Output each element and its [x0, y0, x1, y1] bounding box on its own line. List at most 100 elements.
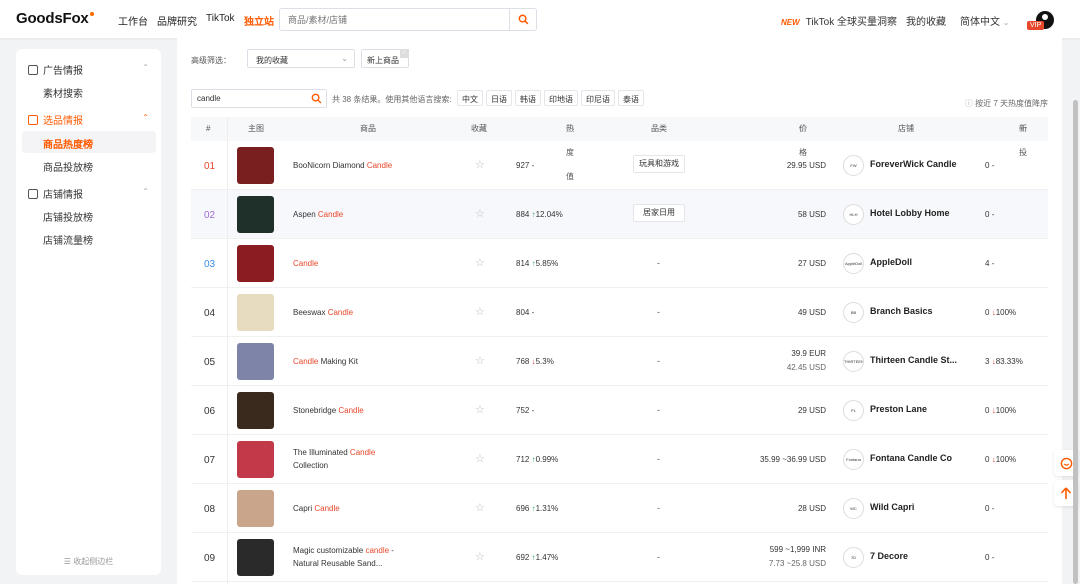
sidebar-item-shop-traffic[interactable]: 店铺流量榜 [43, 232, 93, 247]
product-thumbnail[interactable] [237, 343, 274, 380]
favorites-dropdown[interactable]: 我的收藏 ⌄ [247, 49, 355, 68]
sort-hint[interactable]: ⓘ 按近 7 天热度值降序 [965, 98, 1048, 109]
star-icon[interactable]: ☆ [475, 501, 485, 514]
lang-chip-indonesian[interactable]: 印尼语 [581, 90, 615, 106]
shop-logo[interactable]: Fontana [843, 449, 864, 470]
keyword-search-input[interactable]: candle [191, 89, 327, 108]
sidebar-item-product-heat[interactable]: 商品热度榜 [43, 136, 93, 151]
table-row[interactable]: 05 Candle Making Kit ☆ 768 ↓5.3% - 39.9 EUR 42… [191, 337, 1048, 386]
product-name[interactable]: Candle [293, 257, 408, 270]
category-empty: - [657, 258, 660, 268]
shop-logo[interactable]: PL [843, 400, 864, 421]
shop-name[interactable]: AppleDoll [870, 257, 970, 267]
search-icon[interactable] [311, 93, 322, 104]
sidebar-section-ad-intel[interactable]: 广告情报 [28, 62, 83, 77]
new-ads-value: 0 - [985, 504, 995, 513]
nav-independent-site[interactable]: 独立站 [244, 13, 274, 28]
heat-value: 692 ↑1.47% [516, 553, 559, 562]
star-icon[interactable]: ☆ [475, 256, 485, 269]
shop-logo[interactable]: WC [843, 498, 864, 519]
table-row[interactable]: 01 BooNicorn Diamond Candle ☆ 927 - 玩具和游戏 29.… [191, 141, 1048, 190]
star-icon[interactable]: ☆ [475, 158, 485, 171]
new-ads-value: 3 ↓83.33% [985, 357, 1023, 366]
table-row[interactable]: 07 The Illuminated Candle Collection ☆ 712 … [191, 435, 1048, 484]
shop-name[interactable]: Preston Lane [870, 404, 970, 414]
table-row[interactable]: 06 Stonebridge Candle ☆ 752 - - 29 USD PL Prest… [191, 386, 1048, 435]
shop-name[interactable]: Branch Basics [870, 306, 970, 316]
lang-chip-thai[interactable]: 泰语 [618, 90, 644, 106]
product-name[interactable]: Capri Candle [293, 502, 408, 515]
shop-name[interactable]: ForeverWick Candle [870, 159, 970, 169]
star-icon[interactable]: ☆ [475, 550, 485, 563]
collapse-sidebar-button[interactable]: ☰ 收起侧边栏 [16, 556, 161, 567]
shop-logo[interactable]: AppleDoll [843, 253, 864, 274]
nav-workbench[interactable]: 工作台 [118, 13, 148, 28]
lang-chip-chinese[interactable]: 中文 [457, 90, 483, 106]
product-name[interactable]: Magic customizable candle - Natural Reus… [293, 544, 408, 570]
sidebar-item-shop-ads[interactable]: 店铺投放榜 [43, 209, 93, 224]
page-scrollbar[interactable] [1073, 100, 1078, 584]
category-empty: - [657, 405, 660, 415]
product-name[interactable]: BooNicorn Diamond Candle [293, 159, 408, 172]
product-name[interactable]: Beeswax Candle [293, 306, 408, 319]
product-thumbnail[interactable] [237, 245, 274, 282]
table-row[interactable]: 02 Aspen Candle ☆ 884 ↑12.04% 居家日用 58 USD HLH H… [191, 190, 1048, 239]
search-input[interactable] [288, 13, 498, 27]
table-row[interactable]: 04 Beeswax Candle ☆ 804 - - 49 USD BB Branch Ba… [191, 288, 1048, 337]
product-name[interactable]: The Illuminated Candle Collection [293, 446, 408, 472]
my-favorites-link[interactable]: 我的收藏 [906, 13, 946, 28]
shop-logo[interactable]: FW [843, 155, 864, 176]
shop-name[interactable]: 7 Decore [870, 551, 970, 561]
table-row[interactable]: 09 Magic customizable candle - Natural Re… [191, 533, 1048, 582]
sidebar-item-product-ads[interactable]: 商品投放榜 [43, 159, 93, 174]
star-icon[interactable]: ☆ [475, 403, 485, 416]
shop-logo[interactable]: 7D [843, 547, 864, 568]
product-thumbnail[interactable] [237, 441, 274, 478]
main-panel: 高级筛选： 我的收藏 ⌄ 新上商品 ✓ candle 共 38 条结果。使用其他语言… [177, 38, 1062, 584]
chevron-up-icon[interactable]: ⌃ [142, 63, 149, 72]
star-icon[interactable]: ☆ [475, 305, 485, 318]
shop-logo[interactable]: THIRTEEN [843, 351, 864, 372]
lang-chip-korean[interactable]: 韩语 [515, 90, 541, 106]
nav-brand-research[interactable]: 品牌研究 [157, 13, 197, 28]
chevron-up-icon[interactable]: ⌃ [142, 113, 149, 122]
shop-name[interactable]: Fontana Candle Co [870, 453, 970, 463]
sidebar: 广告情报 ⌃ 素材搜索 选品情报 ⌃ 商品热度榜 商品投放榜 店铺情报 ⌃ 店铺… [16, 49, 161, 575]
chevron-down-icon: ⌄ [1002, 18, 1010, 27]
star-icon[interactable]: ☆ [475, 207, 485, 220]
chevron-up-icon[interactable]: ⌃ [142, 187, 149, 196]
sidebar-section-product-intel[interactable]: 选品情报 [28, 112, 83, 127]
shop-name[interactable]: Hotel Lobby Home [870, 208, 970, 218]
product-thumbnail[interactable] [237, 490, 274, 527]
shop-logo[interactable]: BB [843, 302, 864, 323]
shop-name[interactable]: Wild Capri [870, 502, 970, 512]
lang-chip-japanese[interactable]: 日语 [486, 90, 512, 106]
product-thumbnail[interactable] [237, 147, 274, 184]
table-row[interactable]: 03 Candle ☆ 814 ↑5.85% - 27 USD AppleDoll Apple… [191, 239, 1048, 288]
lang-chip-hindi[interactable]: 印地语 [544, 90, 578, 106]
sidebar-item-material-search[interactable]: 素材搜索 [43, 85, 83, 100]
category-empty: - [657, 454, 660, 464]
shop-name[interactable]: Thirteen Candle St... [870, 355, 970, 365]
product-thumbnail[interactable] [237, 539, 274, 576]
tiktok-insight-link[interactable]: NEW TikTok 全球买量洞察 [781, 13, 897, 28]
product-thumbnail[interactable] [237, 392, 274, 429]
product-name[interactable]: Aspen Candle [293, 208, 408, 221]
star-icon[interactable]: ☆ [475, 354, 485, 367]
search-button[interactable] [509, 9, 536, 30]
new-products-button[interactable]: 新上商品 ✓ [361, 49, 409, 68]
star-icon[interactable]: ☆ [475, 452, 485, 465]
col-image: 主图 [248, 124, 264, 133]
goodsfox-logo[interactable]: GoodsFox [16, 10, 94, 27]
sidebar-section-shop-intel[interactable]: 店铺情报 [28, 186, 83, 201]
shop-logo[interactable]: HLH [843, 204, 864, 225]
category-tag[interactable]: 居家日用 [633, 204, 685, 222]
product-thumbnail[interactable] [237, 196, 274, 233]
table-row[interactable]: 08 Capri Candle ☆ 696 ↑1.31% - 28 USD WC Wild C… [191, 484, 1048, 533]
nav-tiktok[interactable]: TikTok [206, 13, 235, 24]
product-thumbnail[interactable] [237, 294, 274, 331]
language-select[interactable]: 简体中文 ⌄ [960, 13, 1009, 28]
category-tag[interactable]: 玩具和游戏 [633, 155, 685, 173]
product-name[interactable]: Stonebridge Candle [293, 404, 408, 417]
product-name[interactable]: Candle Making Kit [293, 355, 408, 368]
